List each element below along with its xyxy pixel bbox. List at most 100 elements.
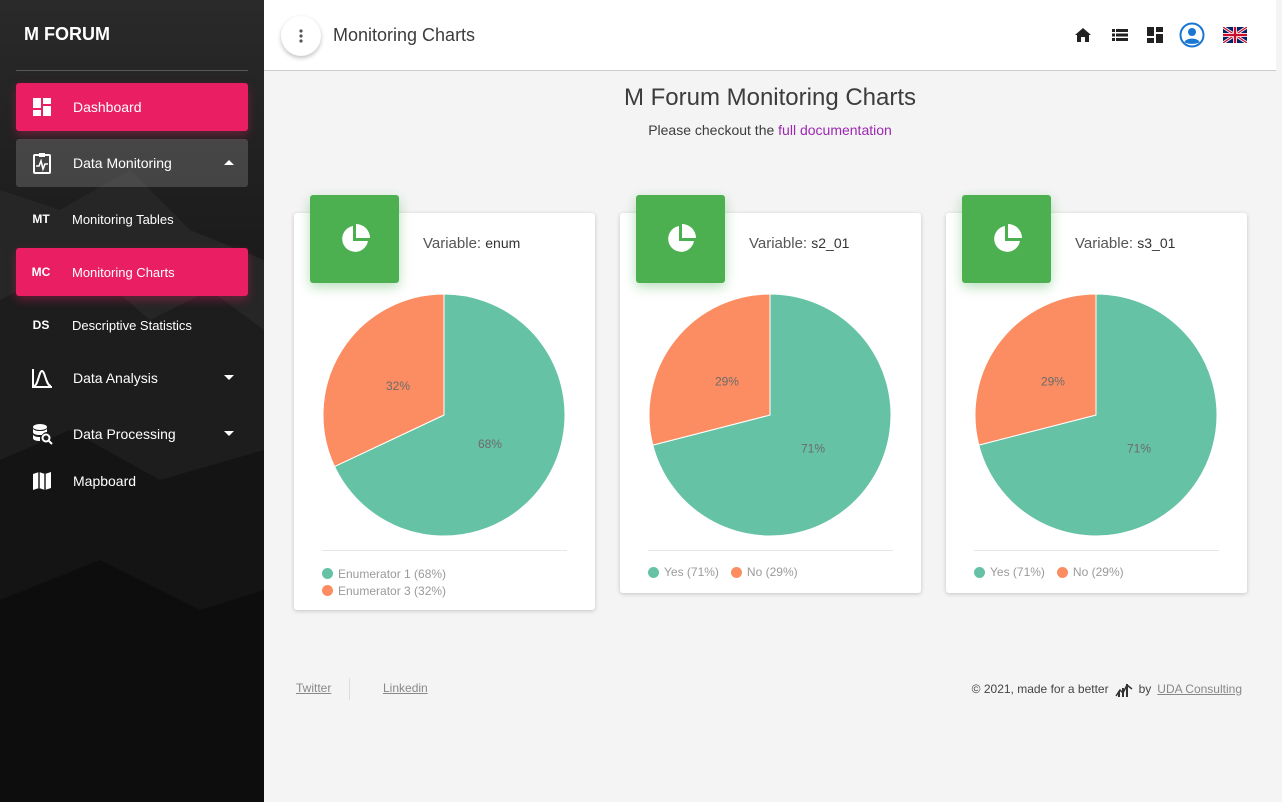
pie-slice-label: 68%: [478, 437, 502, 451]
dashboard-icon: [31, 96, 53, 118]
footer-divider: [349, 678, 350, 700]
page-subtitle: Please checkout the full documentation: [264, 122, 1276, 138]
sidebar-item-data-analysis[interactable]: Data Analysis: [16, 354, 248, 402]
legend-swatch: [730, 566, 742, 578]
sidebar-item-abbr: MC: [31, 265, 51, 279]
legend-item[interactable]: Enumerator 3 (32%): [322, 582, 446, 599]
sidebar-item-descriptive-statistics[interactable]: DS Descriptive Statistics: [16, 301, 248, 349]
legend-item[interactable]: Yes (71%): [974, 565, 1045, 579]
sidebar-item-label: Descriptive Statistics: [72, 317, 192, 333]
legend-item[interactable]: Yes (71%): [648, 565, 719, 579]
data-bars-icon: [1114, 683, 1133, 697]
list-icon[interactable]: [1109, 24, 1131, 46]
map-icon: [31, 470, 53, 492]
pie-chart-icon: [310, 195, 399, 283]
sidebar-item-label: Data Processing: [73, 426, 176, 442]
more-vertical-icon: [299, 29, 303, 43]
pie-chart: 71% 29%: [974, 293, 1218, 537]
card-title-prefix: Variable:: [423, 235, 486, 252]
sidebar-item-label: Mapboard: [73, 473, 137, 489]
legend-label: No (29%): [1072, 565, 1124, 579]
sidebar-item-label: Monitoring Tables: [72, 211, 174, 227]
card-title-prefix: Variable:: [749, 235, 812, 252]
pie-chart-icon: [636, 195, 725, 283]
card-title: Variable: enum: [423, 235, 520, 252]
card-title-prefix: Variable:: [1075, 235, 1138, 252]
pie-slice-label: 32%: [386, 379, 410, 393]
legend-swatch: [322, 585, 333, 596]
legend-swatch: [974, 566, 985, 578]
sidebar-item-abbr: DS: [32, 318, 50, 332]
sidebar-item-label: Data Analysis: [73, 370, 158, 386]
pie-slice-label: 29%: [1041, 375, 1065, 389]
brand-title[interactable]: M FORUM: [24, 24, 110, 45]
legend-label: Yes (71%): [664, 565, 719, 579]
home-icon[interactable]: [1072, 24, 1094, 46]
footer-by: by: [1138, 682, 1152, 696]
card-title: Variable: s3_01: [1075, 235, 1175, 252]
legend-swatch: [322, 568, 333, 579]
legend-item[interactable]: No (29%): [1056, 565, 1124, 579]
footer-credit: © 2021, made for a better by UDA Consult…: [972, 681, 1242, 697]
uk-flag-icon[interactable]: [1222, 24, 1248, 46]
more-menu-button[interactable]: [281, 16, 321, 56]
footer-link-company[interactable]: UDA Consulting: [1157, 682, 1242, 696]
legend-item[interactable]: No (29%): [730, 565, 798, 579]
card-divider: [322, 550, 567, 551]
variable-name: s3_01: [1137, 235, 1176, 251]
page-heading: M Forum Monitoring Charts: [623, 84, 917, 111]
legend-label: No (29%): [746, 565, 798, 579]
main-content: Monitoring Charts M Forum Monitoring Cha…: [264, 0, 1282, 802]
chart-card: Variable: enum 68% 32% Enumerator 1 (68%)…: [294, 195, 595, 610]
card-title: Variable: s2_01: [749, 235, 849, 252]
sidebar: M FORUM Dashboard Data Monitoring MT Mon…: [0, 0, 264, 802]
legend-label: Yes (71%): [990, 565, 1045, 579]
sidebar-item-dashboard[interactable]: Dashboard: [16, 83, 248, 131]
page-title: Monitoring Charts: [333, 25, 476, 45]
caret-down-icon: [224, 375, 234, 380]
user-account-icon[interactable]: [1178, 21, 1206, 49]
pie-slice-label: 29%: [715, 375, 739, 389]
chart-legend: Yes (71%) No (29%): [974, 565, 1136, 579]
card-divider: [648, 550, 893, 551]
pie-chart-icon: [962, 195, 1051, 283]
sidebar-item-label: Data Monitoring: [73, 155, 172, 171]
sidebar-item-label: Dashboard: [73, 99, 142, 115]
pie-chart: 68% 32%: [322, 293, 566, 537]
dashboard-grid-icon[interactable]: [1144, 24, 1166, 46]
footer-link-twitter[interactable]: Twitter: [296, 681, 331, 695]
monitoring-clipboard-icon: [31, 152, 53, 174]
sidebar-item-label: Monitoring Charts: [72, 264, 175, 280]
distribution-icon: [31, 367, 53, 389]
sidebar-item-abbr: MT: [32, 212, 50, 226]
variable-name: s2_01: [811, 235, 850, 251]
caret-up-icon: [224, 160, 234, 165]
legend-swatch: [1056, 566, 1068, 578]
sidebar-item-monitoring-charts[interactable]: MC Monitoring Charts: [16, 248, 248, 296]
pie-slice-label: 71%: [1127, 441, 1151, 455]
legend-label: Enumerator 3 (32%): [338, 583, 447, 598]
subtitle-text: Please checkout the: [648, 122, 779, 138]
caret-down-icon: [224, 431, 234, 436]
sidebar-divider: [16, 70, 248, 71]
top-navbar: Monitoring Charts: [264, 0, 1276, 71]
sidebar-item-mapboard[interactable]: Mapboard: [16, 457, 248, 505]
sidebar-item-data-monitoring[interactable]: Data Monitoring: [16, 139, 248, 187]
legend-item[interactable]: Enumerator 1 (68%): [322, 565, 446, 582]
chart-card: Variable: s3_01 71% 29% Yes (71%) No (29%…: [946, 195, 1247, 593]
footer-credit-text: © 2021, made for a better: [971, 682, 1109, 696]
chart-card: Variable: s2_01 71% 29% Yes (71%) No (29%…: [620, 195, 921, 593]
variable-name: enum: [485, 235, 521, 251]
sidebar-item-monitoring-tables[interactable]: MT Monitoring Tables: [16, 195, 248, 243]
legend-swatch: [648, 566, 659, 578]
pie-slice-label: 71%: [801, 441, 825, 455]
documentation-link[interactable]: full documentation: [778, 122, 892, 138]
footer-link-linkedin[interactable]: Linkedin: [383, 681, 428, 695]
chart-legend: Enumerator 1 (68%) Enumerator 3 (32%): [322, 565, 446, 599]
card-divider: [974, 550, 1219, 551]
sidebar-item-data-processing[interactable]: Data Processing: [16, 410, 248, 458]
chart-legend: Yes (71%) No (29%): [648, 565, 810, 579]
legend-label: Enumerator 1 (68%): [338, 566, 447, 581]
pie-chart: 71% 29%: [648, 293, 892, 537]
database-search-icon: [31, 423, 53, 445]
